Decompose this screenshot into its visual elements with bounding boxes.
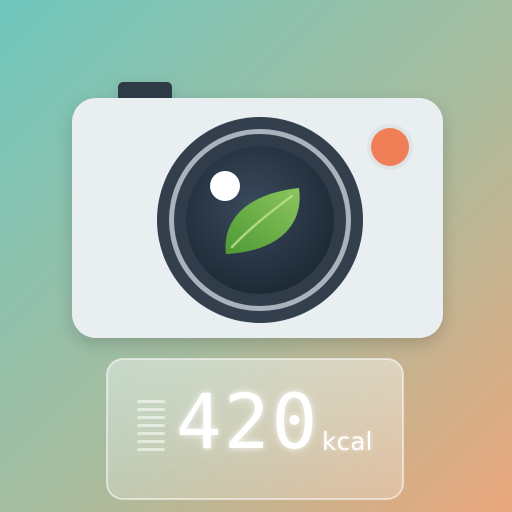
calorie-unit: kcal xyxy=(322,427,373,456)
calorie-value: 420 xyxy=(176,377,320,466)
